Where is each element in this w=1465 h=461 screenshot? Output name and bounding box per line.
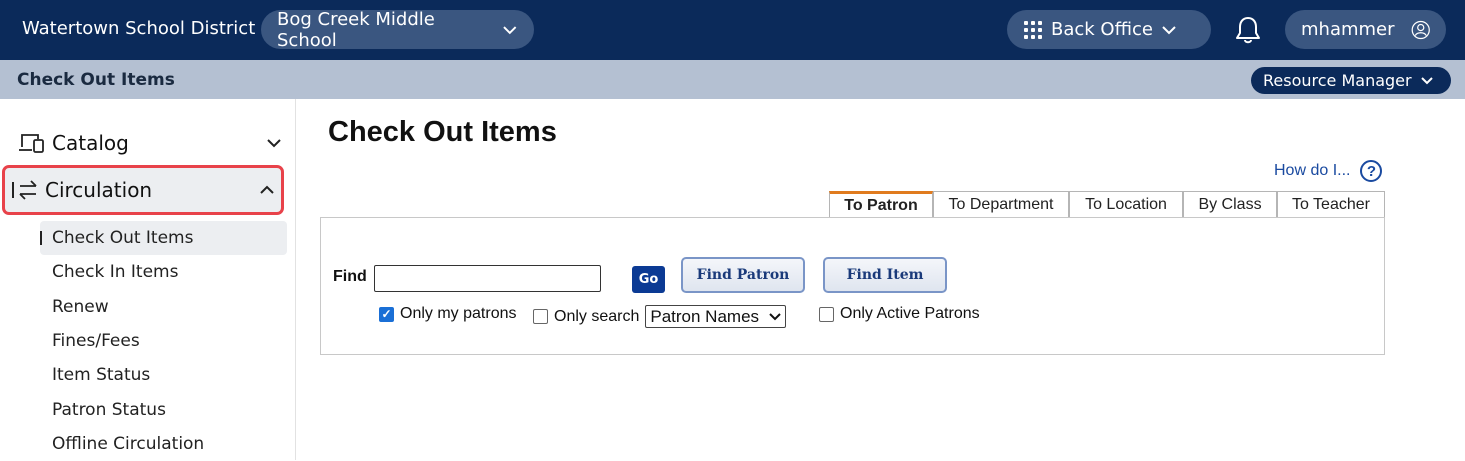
sidebar-item-fines-fees[interactable]: Fines/Fees	[40, 324, 287, 358]
school-selector-label: Bog Creek Middle School	[277, 8, 435, 51]
only-my-patrons-checkbox[interactable]: ✓	[379, 306, 394, 322]
sidebar-item-circulation[interactable]: Circulation	[2, 165, 284, 215]
chevron-down-icon	[769, 312, 781, 320]
user-avatar-icon	[1411, 20, 1430, 39]
sub-header: Check Out Items	[0, 60, 1465, 99]
sidebar-item-renew[interactable]: Renew	[40, 290, 287, 324]
find-input[interactable]	[374, 265, 601, 292]
tab-to-patron[interactable]: To Patron	[829, 191, 933, 218]
chevron-down-icon	[267, 139, 281, 148]
find-label: Find	[333, 268, 367, 285]
search-scope-select[interactable]: Patron Names	[645, 305, 787, 328]
resource-manager-menu[interactable]: Resource Manager	[1251, 67, 1451, 94]
chevron-down-icon	[503, 25, 517, 34]
grid-icon	[1024, 20, 1042, 39]
only-search-checkbox[interactable]	[533, 309, 548, 324]
top-bar: Watertown School District Bog Creek Midd…	[0, 0, 1465, 60]
how-do-i-link[interactable]: How do I... ?	[1274, 160, 1383, 182]
sidebar-item-patron-status[interactable]: Patron Status	[40, 392, 287, 426]
chevron-down-icon	[1162, 25, 1176, 34]
tab-to-teacher[interactable]: To Teacher	[1277, 191, 1385, 218]
find-patron-button[interactable]: Find Patron	[681, 257, 805, 293]
page-title: Check Out Items	[328, 116, 557, 148]
bell-icon[interactable]	[1232, 14, 1264, 46]
back-office-menu[interactable]: Back Office	[1007, 10, 1211, 49]
sidebar-item-label: Catalog	[52, 131, 129, 155]
search-scope-value: Patron Names	[650, 306, 760, 326]
help-icon: ?	[1360, 160, 1383, 182]
checkout-tabs: To Patron To Department To Location By C…	[829, 191, 1385, 218]
devices-icon	[19, 134, 44, 153]
user-name: mhammer	[1301, 19, 1395, 40]
only-my-patrons-label: Only my patrons	[400, 305, 517, 322]
chevron-up-icon	[260, 185, 274, 194]
sidebar-item-offline-circulation[interactable]: Offline Circulation	[40, 427, 287, 461]
district-name[interactable]: Watertown School District	[22, 18, 255, 39]
sidebar-item-check-in-items[interactable]: Check In Items	[40, 255, 287, 289]
only-active-patrons-label: Only Active Patrons	[840, 305, 980, 322]
tab-to-department[interactable]: To Department	[933, 191, 1069, 218]
resource-manager-label: Resource Manager	[1263, 71, 1412, 90]
sidebar-item-label: Circulation	[45, 178, 153, 202]
sidebar-item-check-out-items[interactable]: Check Out Items	[40, 221, 287, 256]
go-button[interactable]: Go	[632, 266, 665, 293]
swap-arrows-icon	[12, 180, 37, 200]
only-active-patrons-checkbox[interactable]	[819, 306, 834, 322]
tab-to-location[interactable]: To Location	[1069, 191, 1183, 218]
sub-header-title: Check Out Items	[17, 70, 175, 90]
only-search-label: Only search	[554, 307, 640, 325]
find-item-button[interactable]: Find Item	[823, 257, 947, 293]
chevron-down-icon	[1420, 77, 1433, 85]
sidebar: Catalog Circulation Check Out Items Chec…	[0, 99, 296, 460]
tab-by-class[interactable]: By Class	[1183, 191, 1277, 218]
user-menu[interactable]: mhammer	[1285, 10, 1446, 49]
only-active-patrons-option[interactable]: Only Active Patrons	[819, 305, 980, 323]
sidebar-item-catalog[interactable]: Catalog	[18, 123, 288, 163]
only-search-option[interactable]: Only search Patron Names	[533, 305, 787, 328]
how-do-i-label: How do I...	[1274, 162, 1351, 179]
circulation-submenu: Check Out Items Check In Items Renew Fin…	[40, 221, 287, 461]
only-my-patrons-option[interactable]: ✓ Only my patrons	[379, 305, 516, 323]
back-office-label: Back Office	[1051, 19, 1153, 40]
sidebar-item-item-status[interactable]: Item Status	[40, 358, 287, 392]
school-selector[interactable]: Bog Creek Middle School	[261, 8, 534, 51]
